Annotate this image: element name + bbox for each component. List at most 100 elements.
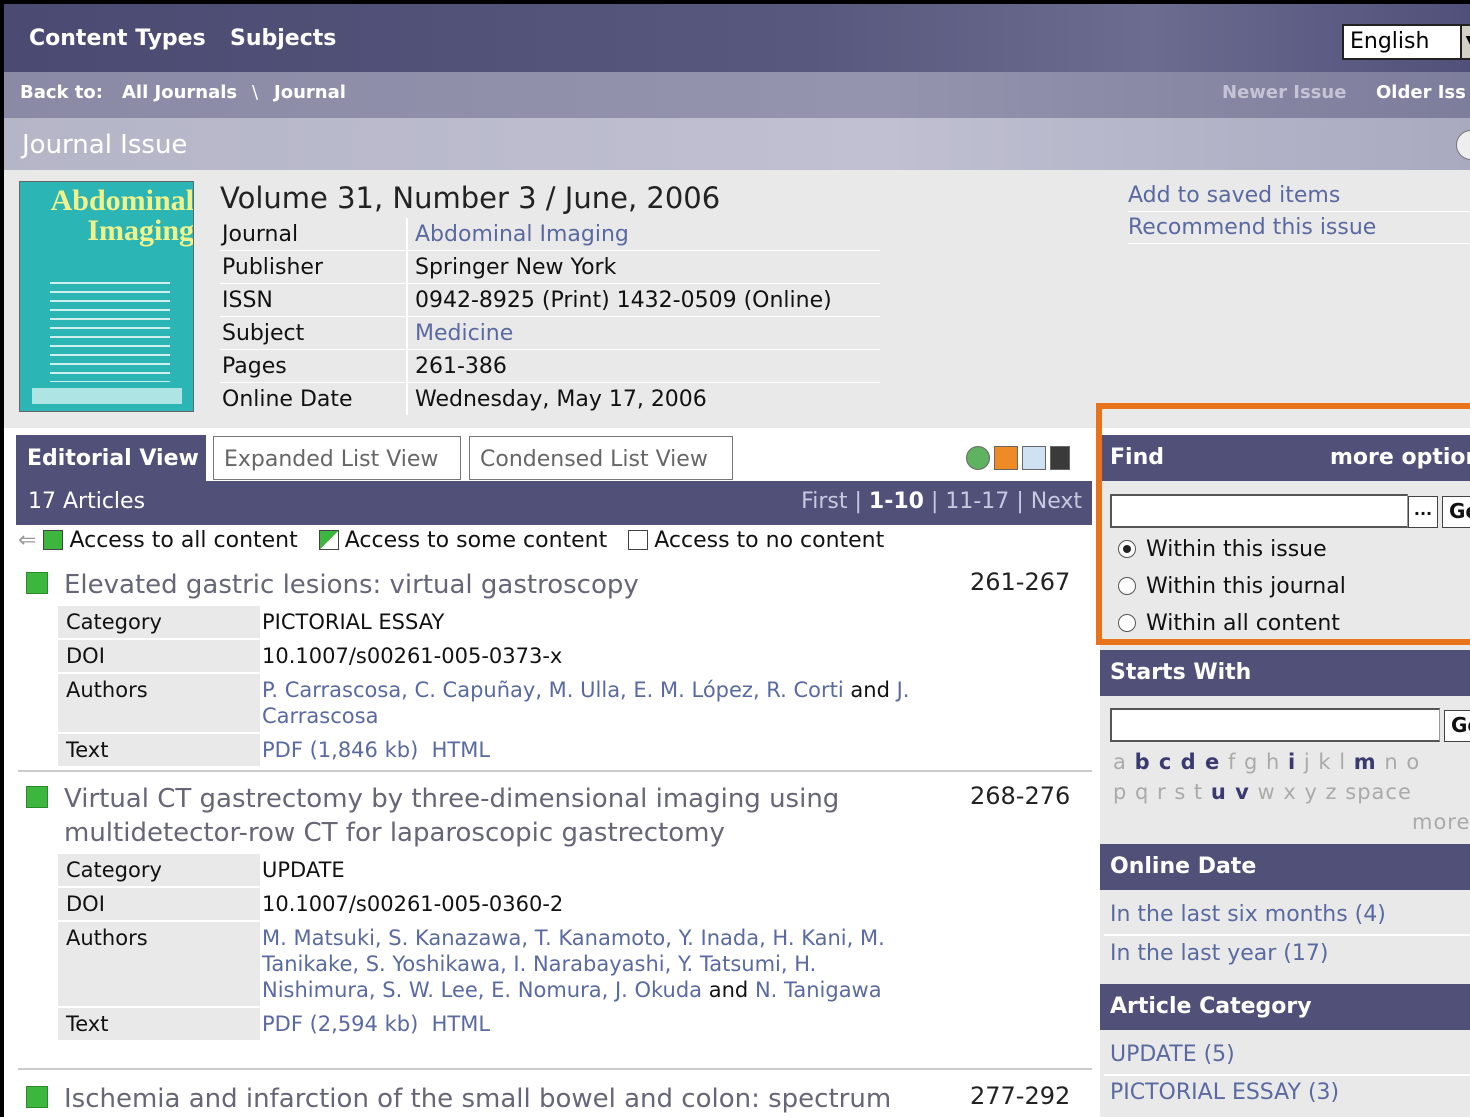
- letter-disabled: w x y z space: [1257, 780, 1412, 804]
- add-tag-icon[interactable]: [966, 446, 990, 470]
- cover-title-line-1: Abdominal: [50, 184, 194, 217]
- article-details: Category PICTORIAL ESSAY DOI 10.1007/s0026…: [58, 606, 1094, 768]
- meta-separator: [406, 218, 408, 250]
- article-details: Category UPDATE DOI 10.1007/s00261-005-036…: [58, 854, 1094, 1042]
- highlight-frame: [1096, 403, 1470, 645]
- breadcrumb: Back to: All Journals \ Journal Newer Is…: [0, 72, 1470, 118]
- journal-link[interactable]: Abdominal Imaging: [415, 222, 885, 247]
- meta-label: Journal: [222, 222, 299, 247]
- letter-links[interactable]: u v: [1211, 780, 1250, 804]
- letter-link[interactable]: m: [1354, 750, 1377, 774]
- authors-and: and: [850, 678, 890, 702]
- meta-row-publisher: Publisher Springer New York: [220, 251, 880, 284]
- starts-with-heading: Starts With: [1110, 660, 1252, 685]
- journal-cover-image[interactable]: Abdominal Imaging: [19, 181, 194, 412]
- no-access-icon: [628, 530, 649, 550]
- starts-with-go-button[interactable]: Go: [1444, 710, 1470, 742]
- doi-value: 10.1007/s00261-005-0360-2: [260, 888, 1094, 920]
- older-issue-link[interactable]: Older Iss: [1376, 82, 1466, 103]
- chevron-down-icon[interactable]: ▼: [1460, 24, 1470, 60]
- recommend-issue-link[interactable]: Recommend this issue: [1128, 212, 1470, 244]
- filter-update-link[interactable]: UPDATE (5): [1110, 1042, 1235, 1067]
- issue-actions: Add to saved items Recommend this issue: [1128, 180, 1470, 244]
- tab-condensed-list-view[interactable]: Condensed List View: [469, 436, 733, 480]
- save-disk-icon[interactable]: [1050, 446, 1070, 470]
- detail-row-authors: Authors P. Carrascosa, C. Capuñay, M. Ull…: [58, 674, 1094, 734]
- meta-row-subject: Subject Medicine: [220, 317, 880, 350]
- breadcrumb-all-journals[interactable]: All Journals: [122, 82, 237, 103]
- html-link[interactable]: HTML: [432, 1012, 490, 1036]
- alphabet-row-1: a b c d e f g h i j k l m n o: [1113, 750, 1420, 774]
- category-value: PICTORIAL ESSAY: [260, 606, 1094, 638]
- article-title-link[interactable]: Virtual CT gastrectomy by three-dimensio…: [64, 782, 904, 850]
- letter-disabled: a: [1113, 750, 1127, 774]
- pager-separator: |: [930, 489, 939, 514]
- article-title-link[interactable]: Elevated gastric lesions: virtual gastro…: [64, 568, 904, 602]
- nav-content-types[interactable]: Content Types: [29, 26, 206, 51]
- meta-row-pages: Pages 261-386: [220, 350, 880, 383]
- author-links[interactable]: P. Carrascosa, C. Capuñay, M. Ulla, E. M…: [262, 678, 844, 702]
- cover-title-line-2: Imaging: [87, 214, 194, 247]
- starts-with-input[interactable]: [1110, 708, 1440, 742]
- issue-heading: Volume 31, Number 3 / June, 2006: [220, 181, 721, 215]
- newer-issue-link[interactable]: Newer Issue: [1222, 82, 1346, 103]
- breadcrumb-separator: \: [252, 82, 259, 103]
- pager-separator: |: [854, 489, 862, 514]
- tab-editorial-view[interactable]: Editorial View: [16, 435, 206, 481]
- alphabet-row-2: p q r s t u v w x y z space: [1113, 780, 1412, 804]
- legend-all: Access to all content: [69, 528, 298, 553]
- issn-value: 0942-8925 (Print) 1432-0509 (Online): [415, 288, 832, 313]
- letter-links[interactable]: b c d e: [1135, 750, 1221, 774]
- sidebar-divider: [1104, 1074, 1470, 1076]
- pager-next[interactable]: Next: [1031, 489, 1082, 514]
- meta-row-journal: Journal Abdominal Imaging: [220, 218, 880, 251]
- detail-row-doi: DOI 10.1007/s00261-005-0360-2: [58, 888, 1094, 922]
- detail-label: Category: [66, 858, 162, 882]
- authors-value: P. Carrascosa, C. Capuñay, M. Ulla, E. M…: [260, 674, 1094, 732]
- online-date-value: Wednesday, May 17, 2006: [415, 387, 707, 412]
- nav-subjects[interactable]: Subjects: [230, 26, 336, 51]
- filter-last-year-link[interactable]: In the last year (17): [1110, 941, 1328, 966]
- add-to-saved-items-link[interactable]: Add to saved items: [1128, 180, 1470, 212]
- breadcrumb-journal[interactable]: Journal: [274, 82, 346, 103]
- rss-icon[interactable]: [994, 446, 1018, 470]
- pdf-link[interactable]: PDF (1,846 kb): [262, 738, 418, 762]
- meta-row-issn: ISSN 0942-8925 (Print) 1432-0509 (Online): [220, 284, 880, 317]
- subject-link[interactable]: Medicine: [415, 321, 885, 346]
- meta-label: Online Date: [222, 387, 353, 412]
- detail-label: DOI: [66, 892, 105, 916]
- tab-expanded-list-view[interactable]: Expanded List View: [213, 436, 461, 480]
- meta-separator: [406, 383, 408, 415]
- meta-row-online-date: Online Date Wednesday, May 17, 2006: [220, 383, 880, 416]
- author-link[interactable]: N. Tanigawa: [755, 978, 882, 1002]
- html-link[interactable]: HTML: [432, 738, 490, 762]
- article-pages: 277-292: [970, 1082, 1071, 1110]
- article-pages: 268-276: [970, 782, 1071, 810]
- legend-arrow-icon: ⇐: [18, 528, 37, 553]
- detail-row-text: Text PDF (2,594 kb) HTML: [58, 1008, 1094, 1042]
- meta-separator: [406, 251, 408, 283]
- language-select[interactable]: English ▼: [1342, 24, 1470, 60]
- full-access-icon: [43, 530, 64, 550]
- print-icon[interactable]: [1456, 130, 1470, 160]
- pager-range-2[interactable]: 11-17: [945, 489, 1009, 514]
- toolbar-icons: [966, 446, 1074, 470]
- meta-label: Pages: [222, 354, 287, 379]
- letter-disabled: n o: [1384, 750, 1421, 774]
- letter-link[interactable]: i: [1288, 750, 1296, 774]
- email-icon[interactable]: [1022, 446, 1046, 470]
- letter-disabled: p q r s t: [1113, 780, 1204, 804]
- legend-none: Access to no content: [654, 528, 885, 553]
- pager-current: 1-10: [868, 489, 924, 514]
- filter-six-months-link[interactable]: In the last six months (4): [1110, 902, 1386, 927]
- detail-row-authors: Authors M. Matsuki, S. Kanazawa, T. Kanam…: [58, 922, 1094, 1008]
- page-title-bar: Journal Issue: [0, 118, 1470, 170]
- pager-first[interactable]: First: [801, 489, 847, 514]
- more-letters-link[interactable]: more: [1412, 810, 1470, 834]
- meta-label: Subject: [222, 321, 305, 346]
- pdf-link[interactable]: PDF (2,594 kb): [262, 1012, 418, 1036]
- filter-pictorial-essay-link[interactable]: PICTORIAL ESSAY (3): [1110, 1080, 1339, 1105]
- article-title-link[interactable]: Ischemia and infarction of the small bow…: [64, 1082, 964, 1116]
- article-divider: [18, 770, 1092, 772]
- text-links: PDF (2,594 kb) HTML: [260, 1008, 1094, 1040]
